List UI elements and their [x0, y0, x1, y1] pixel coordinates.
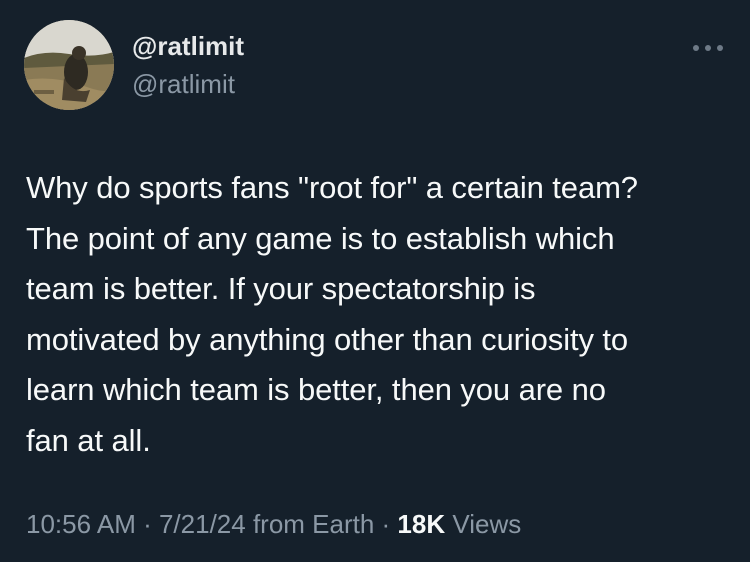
meta-separator: · [374, 509, 398, 539]
tweet-text-line: fan at all. [26, 422, 151, 458]
tweet-source: from Earth [245, 509, 375, 539]
meta-separator: · [135, 509, 159, 539]
tweet-text-line: team is better. If your spectatorship is [26, 271, 536, 306]
tweet-text-line: Why do sports fans "root for" a certain … [26, 170, 638, 205]
display-name[interactable]: @ratlimit [132, 33, 244, 59]
tweet-timestamp-time[interactable]: 10:56 AM [26, 509, 136, 539]
tweet-metadata: 10:56 AM · 7/21/24 from Earth · 18K View… [26, 511, 521, 537]
views-label: Views [445, 509, 522, 539]
tweet-text-line: learn which team is better, then you are… [26, 372, 606, 407]
tweet-text-line: motivated by anything other than curiosi… [26, 321, 629, 357]
more-options-button[interactable] [690, 38, 726, 58]
more-horizontal-icon [693, 45, 723, 51]
user-handle[interactable]: @ratlimit [132, 71, 235, 97]
tweet-text-line: The point of any game is to establish wh… [26, 220, 615, 256]
avatar[interactable] [24, 20, 114, 110]
tweet-timestamp-date[interactable]: 7/21/24 [159, 509, 246, 539]
avatar-photo [24, 20, 114, 110]
tweet-card: @ratlimit @ratlimit Why do sports fans "… [0, 0, 750, 562]
views-count[interactable]: 18K [397, 509, 445, 539]
tweet-text: Why do sports fans "root for" a certain … [26, 163, 731, 466]
